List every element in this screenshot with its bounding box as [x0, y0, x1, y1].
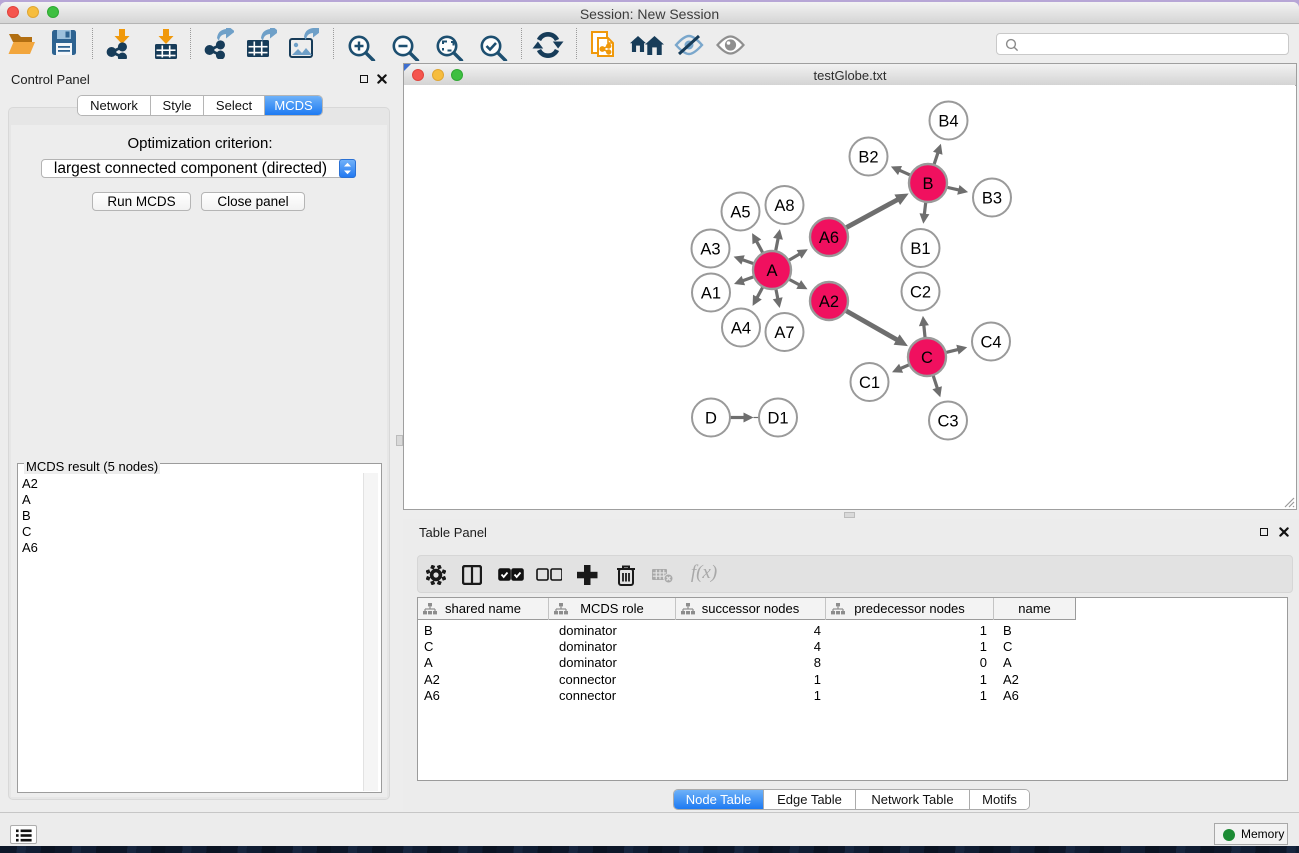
svg-text:C2: C2 — [910, 284, 931, 302]
svg-text:A5: A5 — [730, 204, 750, 222]
svg-text:A2: A2 — [819, 293, 839, 311]
svg-text:B3: B3 — [982, 190, 1002, 208]
svg-text:B: B — [922, 175, 933, 193]
svg-text:B4: B4 — [938, 113, 958, 131]
svg-text:A7: A7 — [774, 324, 794, 342]
svg-text:C4: C4 — [980, 334, 1001, 352]
svg-text:C1: C1 — [859, 374, 880, 392]
svg-text:A6: A6 — [819, 229, 839, 247]
svg-text:C: C — [921, 349, 933, 367]
svg-text:A8: A8 — [774, 197, 794, 215]
svg-text:A3: A3 — [700, 241, 720, 259]
svg-text:D: D — [705, 410, 717, 428]
svg-text:B1: B1 — [910, 240, 930, 258]
svg-text:A: A — [766, 262, 777, 280]
svg-text:A4: A4 — [731, 320, 751, 338]
svg-text:A1: A1 — [701, 285, 721, 303]
svg-text:B2: B2 — [858, 149, 878, 167]
svg-text:D1: D1 — [767, 410, 788, 428]
svg-text:C3: C3 — [937, 413, 958, 431]
